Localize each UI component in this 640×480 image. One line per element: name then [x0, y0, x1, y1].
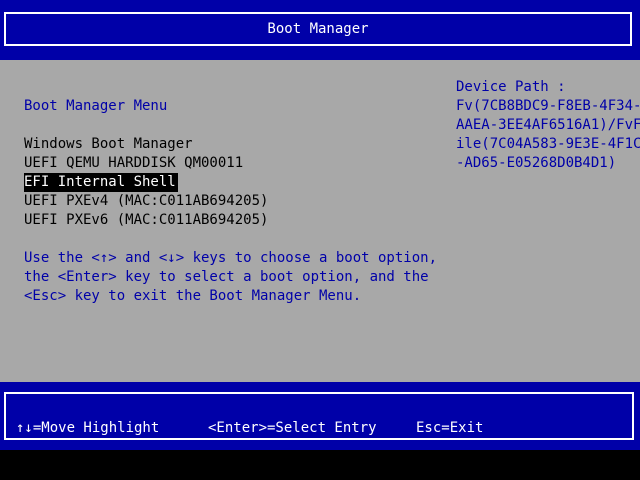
- help-text-line: <Esc> key to exit the Boot Manager Menu.: [24, 288, 362, 304]
- footer-hint-select-entry: <Enter>=Select Entry: [208, 420, 377, 436]
- boot-option-windows-boot-manager[interactable]: Windows Boot Manager: [24, 135, 193, 154]
- boot-option-uefi-pxev4[interactable]: UEFI PXEv4 (MAC:C011AB694205): [24, 192, 268, 211]
- boot-option-uefi-pxev6[interactable]: UEFI PXEv6 (MAC:C011AB694205): [24, 211, 268, 230]
- footer-hint-exit: Esc=Exit: [416, 420, 484, 436]
- device-path-value-line: -AD65-E05268D0B4D1): [456, 155, 617, 171]
- menu-heading: Boot Manager Menu: [24, 98, 168, 114]
- device-path-value-line: ile(7C04A583-9E3E-4F1C: [456, 136, 640, 152]
- boot-option-uefi-qemu-harddisk[interactable]: UEFI QEMU HARDDISK QM00011: [24, 154, 243, 173]
- bottom-border: [0, 450, 640, 480]
- header-frame: Boot Manager: [4, 12, 632, 46]
- header-band: Boot Manager: [0, 0, 640, 60]
- uefi-screen: Boot Manager Boot Manager Menu Windows B…: [0, 0, 640, 480]
- footer-band: ↑↓=Move Highlight <Enter>=Select Entry E…: [0, 382, 640, 450]
- help-text-line: Use the <↑> and <↓> keys to choose a boo…: [24, 250, 438, 266]
- device-path-label: Device Path :: [456, 79, 566, 95]
- help-text-line: the <Enter> key to select a boot option,…: [24, 269, 429, 285]
- boot-option-efi-internal-shell[interactable]: EFI Internal Shell: [24, 173, 178, 192]
- footer-hint-move-highlight: ↑↓=Move Highlight: [16, 420, 160, 436]
- device-path-value-line: Fv(7CB8BDC9-F8EB-4F34-: [456, 98, 640, 114]
- page-title: Boot Manager: [267, 21, 369, 37]
- device-path-value-line: AAEA-3EE4AF6516A1)/FvF: [456, 117, 640, 133]
